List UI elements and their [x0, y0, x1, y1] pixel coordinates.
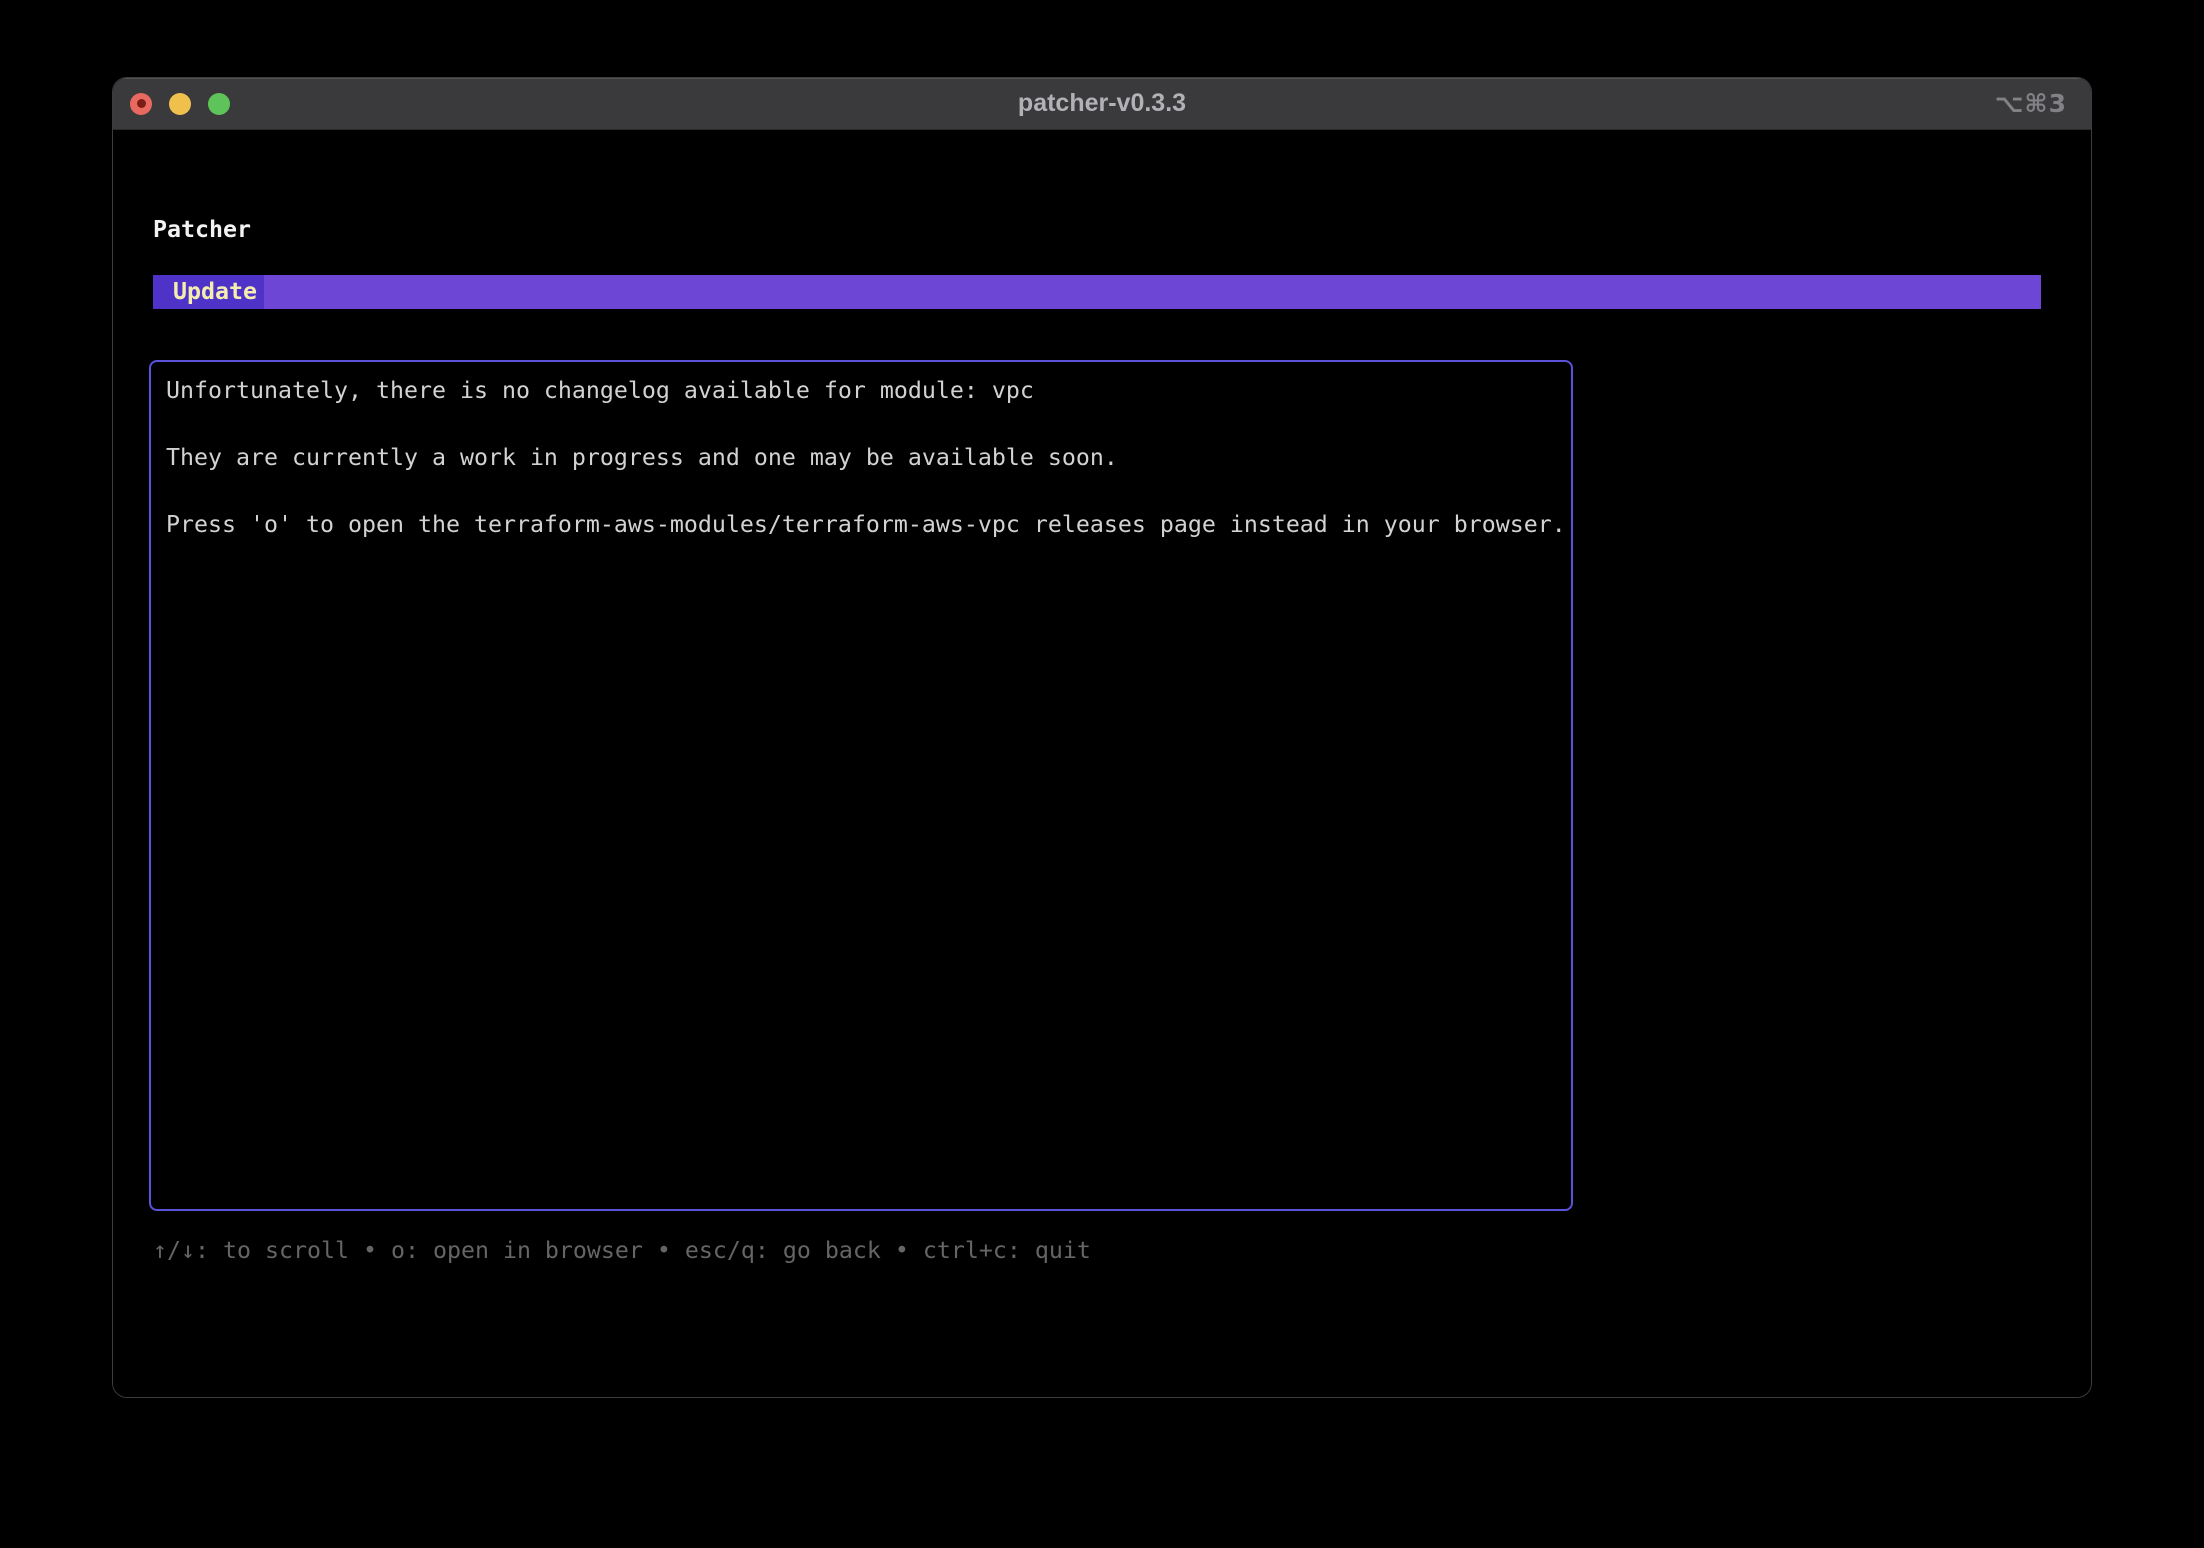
zoom-button[interactable]: [208, 92, 230, 115]
terminal-content: Patcher Update Unfortunately, there is n…: [113, 130, 2091, 1397]
window-titlebar[interactable]: patcher-v0.3.3 ⌥⌘3: [113, 78, 2091, 130]
window-shortcut-hint: ⌥⌘3: [1994, 89, 2067, 118]
tab-bar: Update: [153, 275, 2041, 309]
tab-update[interactable]: Update: [153, 275, 264, 309]
changelog-line: Unfortunately, there is no changelog ava…: [166, 377, 1034, 404]
terminal-window: patcher-v0.3.3 ⌥⌘3 Patcher Update Unfort…: [112, 77, 2092, 1398]
close-button[interactable]: [130, 92, 152, 115]
changelog-line: Press 'o' to open the terraform-aws-modu…: [166, 511, 1566, 538]
changelog-viewport[interactable]: Unfortunately, there is no changelog ava…: [149, 360, 1573, 1211]
minimize-button[interactable]: [169, 92, 191, 115]
app-heading: Patcher: [153, 216, 251, 243]
unsaved-changes-dot-icon: [136, 99, 146, 108]
window-title: patcher-v0.3.3: [1017, 89, 1187, 117]
help-bar: ↑/↓: to scroll • o: open in browser • es…: [153, 1237, 1091, 1264]
changelog-line: They are currently a work in progress an…: [166, 444, 1118, 471]
traffic-lights: [130, 78, 230, 129]
